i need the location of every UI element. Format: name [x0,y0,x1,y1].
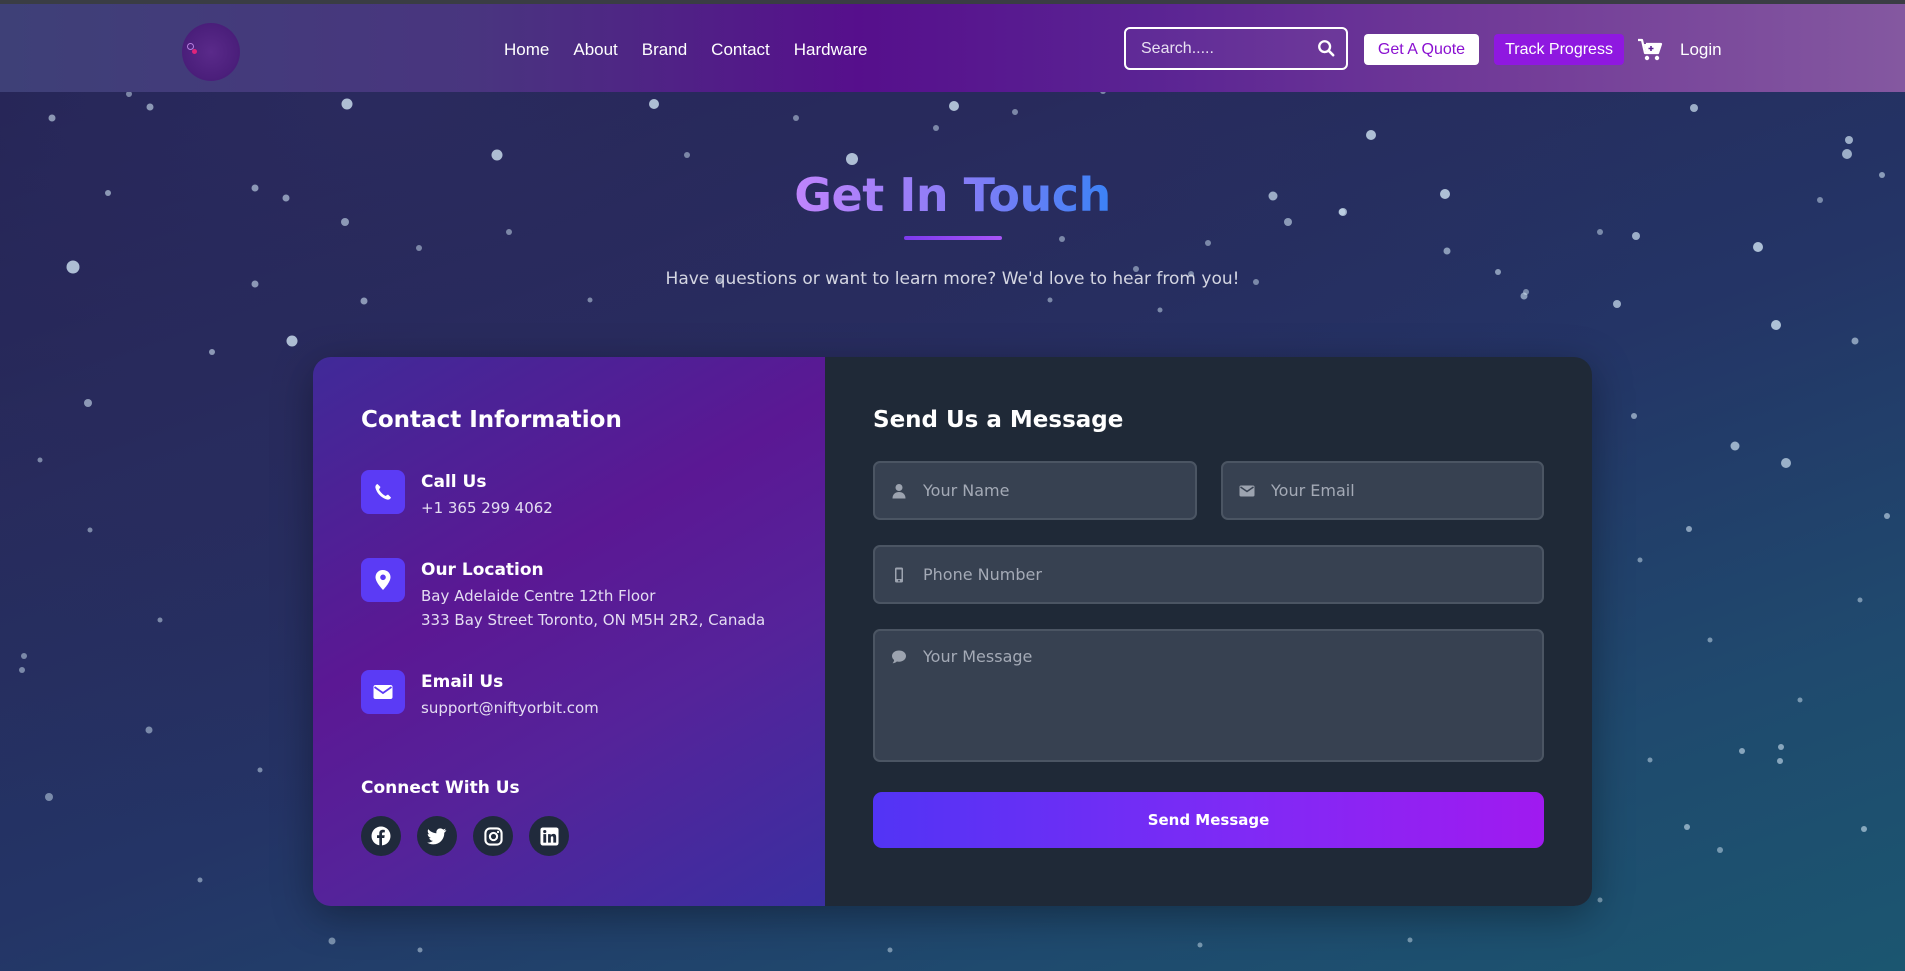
phone-input[interactable] [875,547,1542,602]
envelope-icon [373,685,393,699]
linkedin-button[interactable] [529,816,569,856]
logo-dot-mark [192,49,197,54]
user-icon [892,483,906,498]
search-icon[interactable] [1317,39,1335,57]
linkedin-icon [539,826,559,846]
instagram-button[interactable] [473,816,513,856]
nav-link-brand[interactable]: Brand [642,40,687,60]
search-input[interactable] [1126,39,1306,58]
title-underline [904,236,1002,240]
get-quote-button[interactable]: Get A Quote [1364,34,1479,65]
nav-link-about[interactable]: About [573,40,617,60]
facebook-icon [371,826,391,846]
email-address-text[interactable]: support@niftyorbit.com [421,701,599,716]
connect-heading: Connect With Us [361,778,520,798]
nav-link-home[interactable]: Home [504,40,549,60]
map-pin-icon-box [361,558,405,602]
email-input[interactable] [1223,463,1542,518]
location-title: Our Location [421,560,544,580]
facebook-button[interactable] [361,816,401,856]
phone-icon-box [361,470,405,514]
twitter-button[interactable] [417,816,457,856]
nav-link-contact[interactable]: Contact [711,40,770,60]
site-logo[interactable] [182,23,240,81]
address-line-2: 333 Bay Street Toronto, ON M5H 2R2, Cana… [421,611,766,629]
search-box [1124,27,1348,70]
twitter-icon [427,827,447,844]
track-progress-button[interactable]: Track Progress [1494,34,1624,65]
page-title: Get In Touch [0,168,1905,222]
call-us-title: Call Us [421,472,487,492]
envelope-icon [1239,485,1255,496]
location-item: Our Location Bay Adelaide Centre 12th Fl… [361,558,765,628]
contact-info-heading: Contact Information [361,407,622,433]
email-us-title: Email Us [421,672,504,692]
page-subtitle: Have questions or want to learn more? We… [665,269,1240,289]
name-input[interactable] [875,463,1195,518]
message-textarea[interactable] [875,631,1542,760]
contact-info-panel: Contact Information Call Us +1 365 299 4… [313,357,825,906]
login-link[interactable]: Login [1680,40,1722,60]
instagram-icon [483,826,503,846]
phone-field-wrapper [873,545,1544,604]
nav-link-hardware[interactable]: Hardware [794,40,868,60]
message-form-panel: Send Us a Message Your Name Your Email P… [825,357,1592,906]
shopping-cart-icon[interactable] [1637,38,1663,62]
map-pin-icon [375,570,391,590]
email-field-wrapper [1221,461,1544,520]
call-us-item: Call Us +1 365 299 4062 [361,470,553,516]
social-links [361,816,569,856]
email-us-item: Email Us support@niftyorbit.com [361,670,599,716]
phone-icon [375,484,391,500]
nav-links: Home About Brand Contact Hardware [504,40,867,60]
contact-card: Contact Information Call Us +1 365 299 4… [313,357,1592,906]
envelope-icon-box [361,670,405,714]
mobile-phone-icon [895,567,903,582]
send-message-button[interactable]: Send Message [873,792,1544,848]
phone-number-text: +1 365 299 4062 [421,499,553,517]
message-field-wrapper [873,629,1544,762]
top-navbar: Home About Brand Contact Hardware Get A … [0,4,1905,92]
page-title-text: Get In Touch [794,168,1111,222]
comment-icon [892,650,906,664]
message-form-heading: Send Us a Message [873,407,1124,433]
address-line-1: Bay Adelaide Centre 12th Floor [421,587,656,605]
name-field-wrapper [873,461,1197,520]
